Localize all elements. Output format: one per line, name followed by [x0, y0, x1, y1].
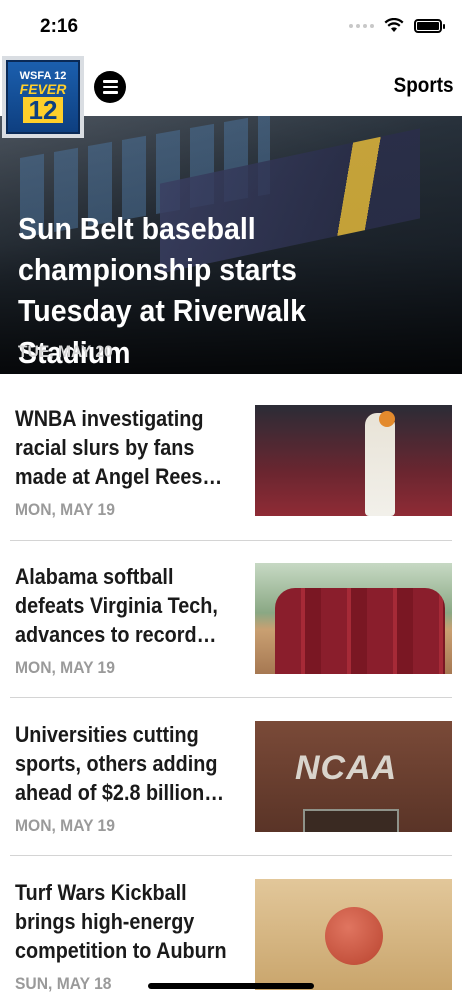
- article-thumbnail[interactable]: [255, 563, 452, 674]
- article-item[interactable]: Turf Wars Kickball brings high-energy co…: [10, 848, 452, 1000]
- article-title[interactable]: Universities cutting sports, others addi…: [15, 720, 227, 807]
- status-icons: [349, 18, 445, 33]
- hero-story[interactable]: Sun Belt baseball championship starts Tu…: [0, 116, 462, 374]
- article-title[interactable]: Alabama softball defeats Virginia Tech, …: [15, 562, 227, 649]
- ncaa-sign: NCAA: [295, 749, 398, 787]
- article-thumbnail[interactable]: [255, 405, 452, 516]
- cellular-signal-icon: [349, 23, 374, 28]
- station-logo[interactable]: WSFA 12 FEVER 12: [2, 56, 84, 138]
- app-header: WSFA 12 FEVER 12 Sports: [0, 54, 462, 138]
- section-title: Sports: [394, 74, 454, 97]
- article-date: MON, MAY 19: [15, 816, 115, 835]
- home-indicator[interactable]: [148, 983, 314, 989]
- article-item[interactable]: Alabama softball defeats Virginia Tech, …: [10, 532, 452, 690]
- logo-number: 12: [22, 97, 64, 124]
- article-date: MON, MAY 19: [15, 658, 115, 677]
- hamburger-icon: [102, 80, 118, 83]
- article-date: SUN, MAY 18: [15, 974, 112, 993]
- kickball-icon: [325, 907, 383, 965]
- article-thumbnail[interactable]: NCAA: [255, 721, 452, 832]
- status-time: 2:16: [40, 16, 79, 37]
- logo-fever: FEVER: [19, 80, 67, 97]
- menu-button[interactable]: [94, 71, 126, 103]
- wifi-icon: [384, 18, 404, 32]
- article-thumbnail[interactable]: [255, 879, 452, 990]
- logo-callsign: WSFA 12: [19, 69, 67, 82]
- basketball-icon: [379, 411, 395, 427]
- article-item[interactable]: Universities cutting sports, others addi…: [10, 690, 452, 848]
- logo-badge: WSFA 12 FEVER 12: [6, 60, 80, 134]
- article-title[interactable]: Turf Wars Kickball brings high-energy co…: [15, 878, 227, 965]
- status-bar: 2:16: [0, 0, 462, 54]
- hero-date: TUE, MAY 20: [18, 342, 113, 361]
- battery-icon: [414, 18, 445, 33]
- article-title[interactable]: WNBA investigating racial slurs by fans …: [15, 404, 227, 491]
- article-date: MON, MAY 19: [15, 500, 115, 519]
- article-item[interactable]: WNBA investigating racial slurs by fans …: [10, 374, 452, 532]
